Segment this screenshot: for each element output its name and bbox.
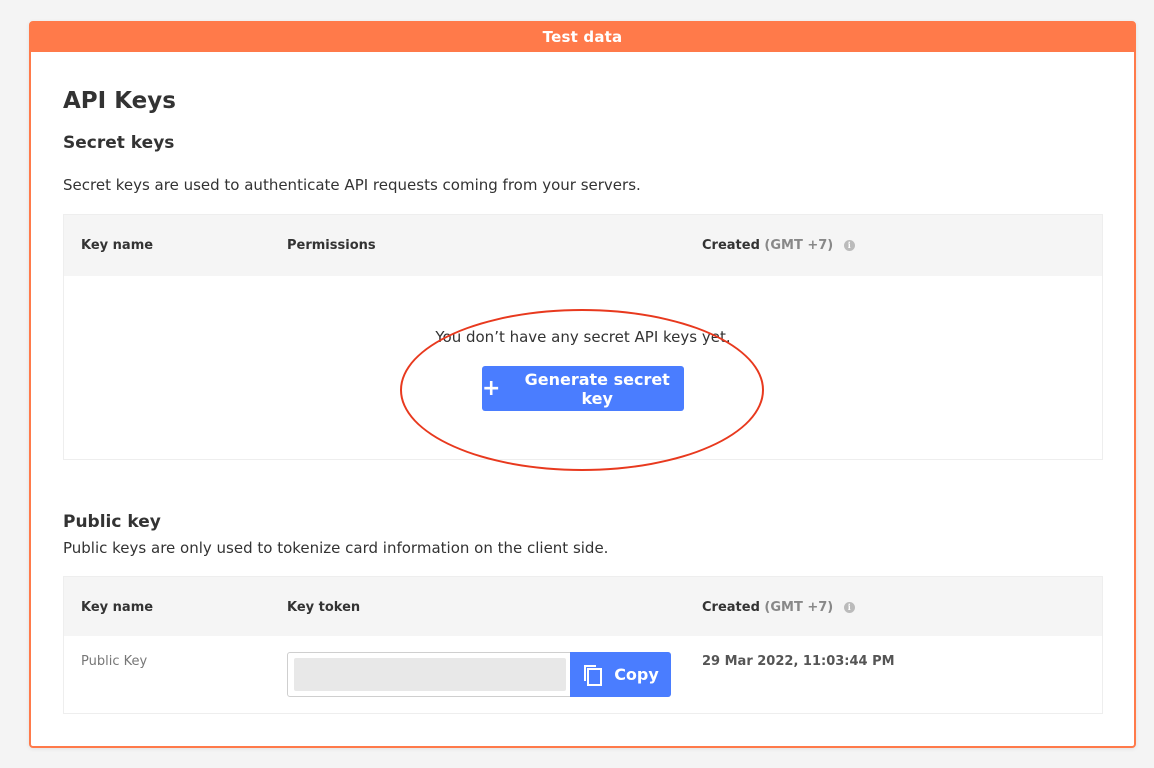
- col-permissions: Permissions: [287, 238, 376, 253]
- test-data-banner: Test data: [31, 23, 1134, 52]
- test-data-frame: Test data API Keys Secret keys Secret ke…: [29, 21, 1136, 748]
- highlight-ellipse: [400, 309, 764, 471]
- col-key-name: Key name: [81, 600, 154, 615]
- col-created-tz: (GMT +7): [764, 238, 834, 253]
- secret-keys-description: Secret keys are used to authenticate API…: [63, 176, 641, 194]
- public-key-name: Public Key: [81, 654, 148, 669]
- info-icon[interactable]: i: [843, 602, 855, 613]
- col-created-label: Created: [702, 600, 760, 615]
- copy-button[interactable]: Copy: [570, 652, 671, 697]
- secret-keys-table-header: Key name Permissions Created (GMT +7) i: [64, 215, 1102, 276]
- public-key-table-header: Key name Key token Created (GMT +7) i: [64, 577, 1102, 636]
- public-key-table: Key name Key token Created (GMT +7) i Pu…: [63, 576, 1103, 714]
- secret-keys-heading: Secret keys: [63, 133, 175, 153]
- public-key-created: 29 Mar 2022, 11:03:44 PM: [702, 654, 895, 669]
- key-token-field[interactable]: Copy: [287, 652, 671, 697]
- col-created: Created (GMT +7) i: [702, 600, 855, 615]
- col-created: Created (GMT +7) i: [702, 238, 855, 253]
- key-token-value: [294, 658, 566, 691]
- public-key-description: Public keys are only used to tokenize ca…: [63, 539, 609, 557]
- col-created-label: Created: [702, 238, 760, 253]
- copy-label: Copy: [614, 665, 659, 684]
- col-key-token: Key token: [287, 600, 361, 615]
- public-key-heading: Public key: [63, 512, 161, 532]
- col-created-tz: (GMT +7): [764, 600, 834, 615]
- copy-icon: [584, 664, 603, 686]
- page-title: API Keys: [63, 88, 176, 114]
- info-icon[interactable]: i: [843, 240, 855, 251]
- col-key-name: Key name: [81, 238, 154, 253]
